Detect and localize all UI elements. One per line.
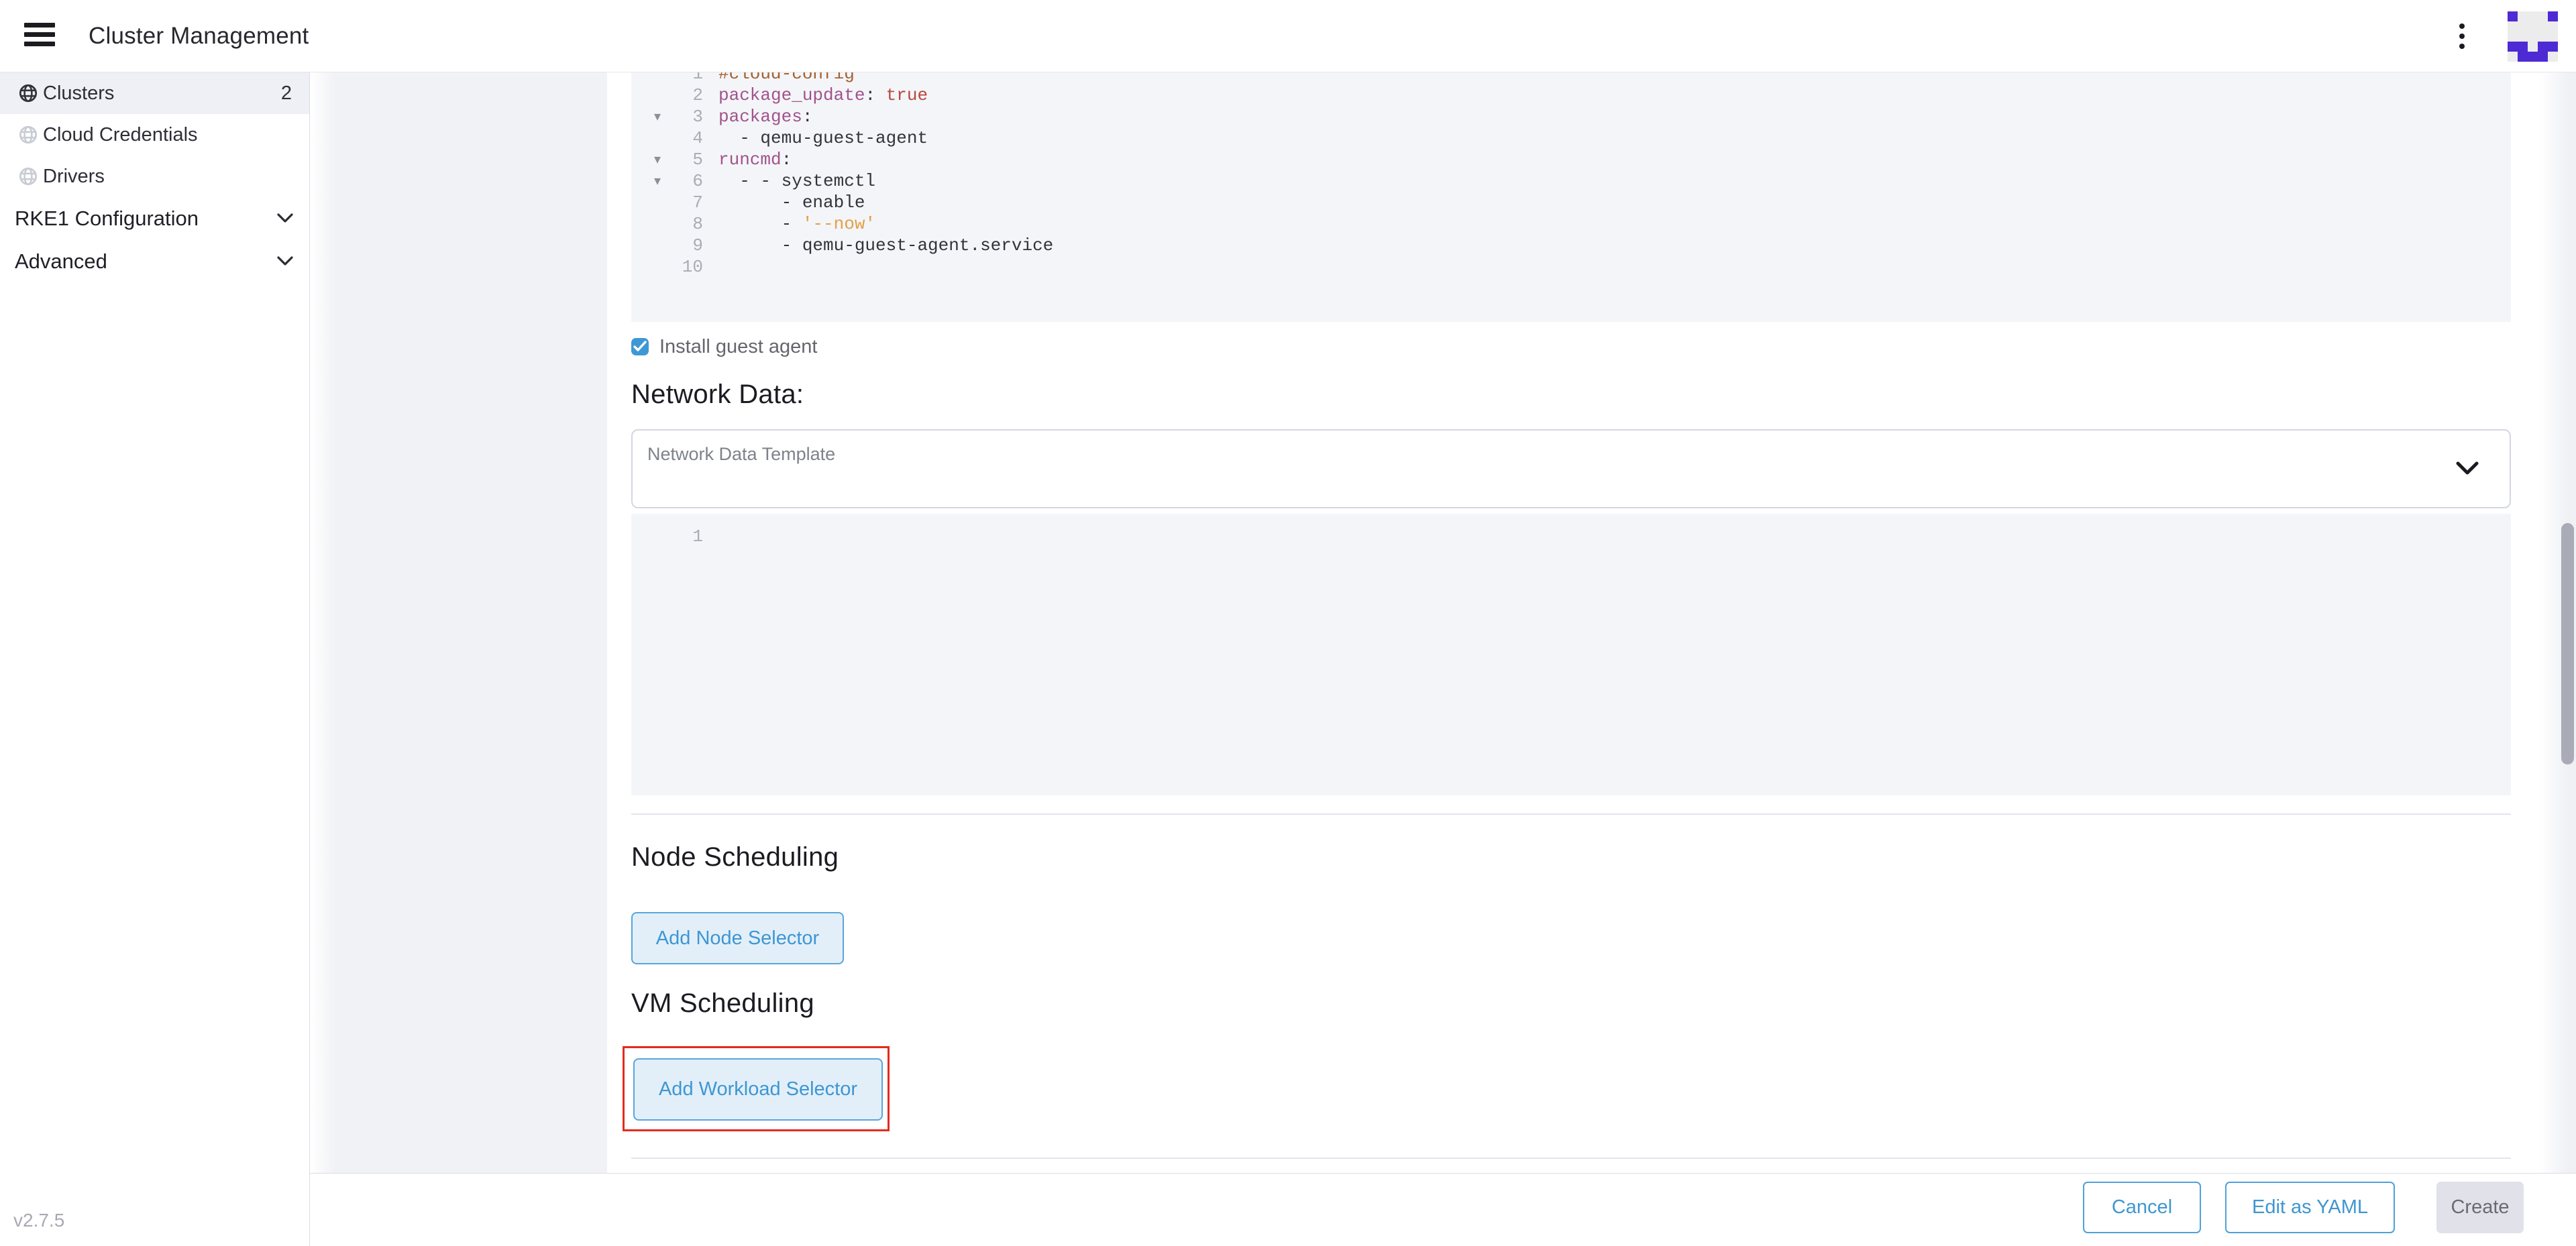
select-placeholder: Network Data Template (647, 444, 835, 465)
content-left-panel (310, 72, 607, 1173)
line-number: 1 (631, 526, 703, 547)
sidebar-item-rke1-configuration[interactable]: RKE1 Configuration (0, 197, 309, 240)
user-avatar-identicon[interactable] (2508, 11, 2558, 62)
install-guest-agent-label: Install guest agent (659, 336, 817, 358)
globe-icon (19, 125, 38, 144)
line-number: 8 (631, 213, 703, 235)
sidebar-nav: Clusters 2 Cloud Credentials Drivers RKE1 … (0, 72, 310, 1246)
kebab-menu-icon[interactable] (2450, 16, 2474, 56)
cancel-button[interactable]: Cancel (2083, 1182, 2201, 1233)
line-number: 7 (631, 192, 703, 213)
action-highlight-box: Add Workload Selector (623, 1046, 890, 1131)
line-number: 6 (631, 170, 703, 192)
code-line: 8 - '--now' (631, 213, 2511, 235)
item-count-badge: 2 (281, 82, 292, 105)
version-label: v2.7.5 (13, 1210, 64, 1231)
line-number: 5 (631, 149, 703, 170)
hamburger-menu-icon[interactable] (24, 23, 55, 50)
code-line: 6▾ - - systemctl (631, 170, 2511, 192)
sidebar-item-drivers[interactable]: Drivers (0, 156, 309, 197)
code-line: 4 - qemu-guest-agent (631, 127, 2511, 149)
sidebar-item-label: Advanced (15, 249, 107, 274)
code-line: 5▾runcmd: (631, 149, 2511, 170)
code-line: 1 (631, 526, 2511, 547)
checkmark-icon (633, 341, 647, 353)
line-number: 10 (631, 256, 703, 278)
add-workload-selector-button[interactable]: Add Workload Selector (633, 1058, 883, 1121)
code-line: 7 - enable (631, 192, 2511, 213)
line-number: 1 (631, 72, 703, 84)
sidebar-item-clusters[interactable]: Clusters 2 (0, 72, 309, 114)
sidebar-item-label: Drivers (43, 166, 105, 188)
chevron-down-icon (2456, 461, 2479, 476)
app-header: Cluster Management (0, 0, 2576, 72)
sidebar-item-label: Cloud Credentials (43, 124, 198, 146)
page-title: Cluster Management (89, 0, 309, 72)
globe-icon (19, 167, 38, 186)
chevron-down-icon (277, 256, 293, 266)
install-guest-agent-row: Install guest agent (631, 331, 817, 362)
section-divider (631, 1157, 2511, 1159)
code-line: 3▾packages: (631, 106, 2511, 127)
sidebar-item-label: Clusters (43, 82, 114, 105)
node-scheduling-heading: Node Scheduling (631, 842, 839, 872)
line-number: 2 (631, 84, 703, 106)
cloud-init-yaml-editor[interactable]: 1#cloud-config2package_update: true3▾pac… (631, 72, 2511, 322)
code-line: 10 (631, 256, 2511, 278)
footer-action-bar: Cancel Edit as YAML Create (310, 1173, 2576, 1246)
edit-as-yaml-button[interactable]: Edit as YAML (2225, 1182, 2395, 1233)
code-line: 1#cloud-config (631, 72, 2511, 84)
fold-arrow-icon[interactable]: ▾ (654, 149, 661, 170)
code-line: 2package_update: true (631, 84, 2511, 106)
line-number: 9 (631, 235, 703, 256)
line-number: 4 (631, 127, 703, 149)
cluster-management-page: Cluster Management Clusters 2 Cloud Crede… (0, 0, 2576, 1246)
code-line: 9 - qemu-guest-agent.service (631, 235, 2511, 256)
fold-arrow-icon[interactable]: ▾ (654, 170, 661, 192)
install-guest-agent-checkbox[interactable] (631, 338, 649, 355)
sidebar-item-advanced[interactable]: Advanced (0, 240, 309, 283)
globe-icon (19, 84, 38, 103)
sidebar-item-cloud-credentials[interactable]: Cloud Credentials (0, 114, 309, 156)
line-number: 3 (631, 106, 703, 127)
create-button[interactable]: Create (2436, 1182, 2524, 1233)
section-divider (631, 813, 2511, 815)
network-data-heading: Network Data: (631, 380, 804, 410)
vm-scheduling-heading: VM Scheduling (631, 988, 814, 1019)
network-data-template-select[interactable]: Network Data Template (631, 429, 2511, 508)
network-data-editor[interactable]: 1 (631, 514, 2511, 795)
scrollbar-track[interactable] (2540, 72, 2576, 1173)
chevron-down-icon (277, 213, 293, 223)
scrollbar-thumb[interactable] (2561, 523, 2574, 764)
add-node-selector-button[interactable]: Add Node Selector (631, 912, 844, 964)
sidebar-item-label: RKE1 Configuration (15, 207, 199, 231)
fold-arrow-icon[interactable]: ▾ (654, 106, 661, 127)
